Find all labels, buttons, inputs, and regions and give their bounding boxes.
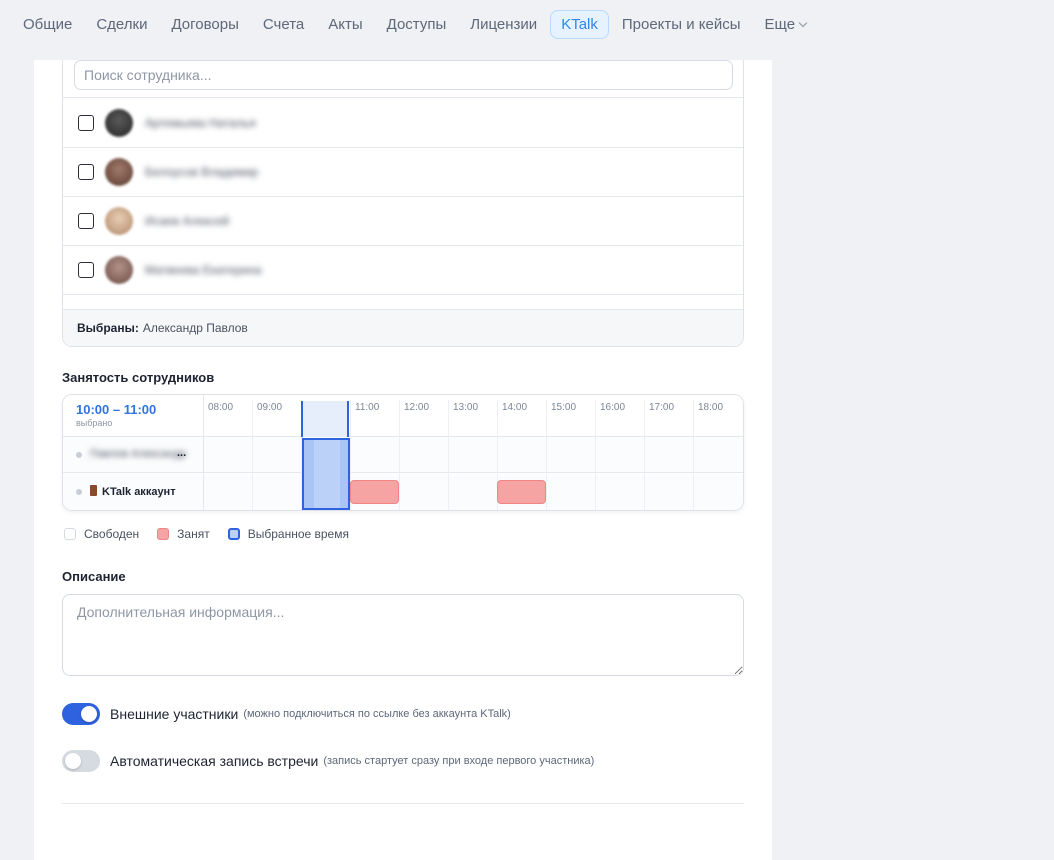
status-dot <box>76 452 82 458</box>
avatar <box>105 256 133 284</box>
selected-time-sub: выбрано <box>76 418 113 428</box>
tab-invoices[interactable]: Счета <box>252 10 315 39</box>
tab-general[interactable]: Общие <box>12 10 83 39</box>
schedule-row-ellipsis: ... <box>177 447 187 459</box>
legend-busy-swatch <box>157 528 170 540</box>
busy-slot <box>497 480 546 504</box>
employee-name: Артемьева Наталья <box>145 116 256 130</box>
external-participants-row: Внешние участники (можно подключиться по… <box>62 703 511 725</box>
schedule-row-employee: Павлов Александр ... <box>63 437 743 473</box>
hour-label: 11:00 <box>355 402 380 413</box>
employee-row[interactable]: Исаев Алексей <box>63 197 743 246</box>
schedule-row-label: KTalk аккаунт <box>102 486 176 498</box>
hour-label: 17:00 <box>649 402 675 413</box>
legend-selected-label: Выбранное время <box>247 527 349 541</box>
employee-row[interactable]: Белоусов Владимир <box>63 148 743 197</box>
auto-record-hint: (запись стартует сразу при входе первого… <box>323 755 595 767</box>
employee-name: Матвеева Екатерина <box>145 263 262 277</box>
tab-deals[interactable]: Сделки <box>85 10 158 39</box>
schedule-header: 10:00 – 11:00 выбрано <box>63 395 743 437</box>
avatar <box>105 207 133 235</box>
ktalk-form-card: Артемьева Наталья Белоусов Владимир Исае… <box>34 60 772 860</box>
hour-label: 18:00 <box>698 402 724 413</box>
schedule-row-name: Павлов Александр <box>90 448 187 460</box>
legend-free-swatch <box>64 528 76 540</box>
toggle-knob <box>65 753 81 769</box>
employee-name: Белоусов Владимир <box>145 165 259 179</box>
hour-gridline <box>644 400 645 510</box>
selected-time: 10:00 – 11:00 <box>76 402 157 417</box>
availability-grid: 10:00 – 11:00 выбрано Павлов Александр .… <box>62 394 744 511</box>
top-tabs: Общие Сделки Договоры Счета Акты Доступы… <box>0 0 1054 48</box>
legend-selected-swatch <box>227 528 240 540</box>
tab-contracts[interactable]: Договоры <box>160 10 249 39</box>
hour-gridline <box>399 400 400 510</box>
section-divider <box>62 803 744 804</box>
employee-name: Исаев Алексей <box>145 214 230 228</box>
schedule-row-account: KTalk аккаунт <box>63 474 743 510</box>
auto-record-toggle[interactable] <box>62 750 100 772</box>
hour-label: 12:00 <box>404 402 430 413</box>
hour-label: 16:00 <box>600 402 626 413</box>
tab-ktalk[interactable]: KTalk <box>550 9 609 39</box>
selected-employees-bar: Выбраны: Александр Павлов <box>63 309 743 346</box>
hour-label: 13:00 <box>453 402 479 413</box>
legend-free-label: Свободен <box>84 527 140 541</box>
chevron-down-icon <box>798 18 808 27</box>
selected-slot-fill <box>314 440 340 508</box>
tab-licenses[interactable]: Лицензии <box>459 10 548 39</box>
hour-gridline <box>252 400 253 510</box>
external-participants-hint: (можно подключиться по ссылке без аккаун… <box>243 708 511 720</box>
hour-gridline <box>448 400 449 510</box>
employee-checkbox[interactable] <box>78 164 94 180</box>
hour-label: 09:00 <box>257 402 283 413</box>
selected-slot-header <box>301 401 349 437</box>
busy-slot <box>350 480 399 504</box>
employee-checkbox[interactable] <box>78 262 94 278</box>
hour-label: 14:00 <box>502 402 528 413</box>
tab-acts[interactable]: Акты <box>317 10 373 39</box>
status-dot <box>76 489 82 495</box>
grid-divider <box>203 395 204 510</box>
selected-slot[interactable] <box>302 438 350 510</box>
external-participants-label: Внешние участники <box>110 706 239 722</box>
employee-search-wrap <box>63 60 743 98</box>
auto-record-row: Автоматическая запись встречи (запись ст… <box>62 750 594 772</box>
employee-picker: Артемьева Наталья Белоусов Владимир Исае… <box>62 60 744 347</box>
hour-label: 15:00 <box>551 402 577 413</box>
avatar <box>105 158 133 186</box>
toggle-knob <box>81 706 97 722</box>
tab-more-label: Еще <box>764 15 796 33</box>
employee-row[interactable]: Артемьева Наталья <box>63 99 743 148</box>
schedule-title: Занятость сотрудников <box>62 370 215 385</box>
auto-record-label: Автоматическая запись встречи <box>110 753 319 769</box>
tab-more[interactable]: Еще <box>754 10 818 39</box>
selected-label: Выбраны: <box>77 321 139 335</box>
external-participants-toggle[interactable] <box>62 703 100 725</box>
legend-busy: Занят <box>157 527 210 541</box>
schedule-legend: Свободен Занят Выбранное время <box>64 527 367 541</box>
hour-gridline <box>595 400 596 510</box>
hour-gridline <box>546 400 547 510</box>
employee-search-input[interactable] <box>74 60 733 90</box>
tab-projects[interactable]: Проекты и кейсы <box>611 10 752 39</box>
legend-busy-label: Занят <box>177 527 210 541</box>
employee-row[interactable]: Матвеева Екатерина <box>63 246 743 295</box>
description-textarea[interactable] <box>62 594 744 676</box>
hour-gridline <box>693 400 694 510</box>
description-title: Описание <box>62 569 126 584</box>
employee-checkbox[interactable] <box>78 115 94 131</box>
tab-access[interactable]: Доступы <box>376 10 458 39</box>
legend-free: Свободен <box>64 527 139 541</box>
employee-checkbox[interactable] <box>78 213 94 229</box>
selected-value: Александр Павлов <box>142 321 248 335</box>
avatar <box>105 109 133 137</box>
schedule-row-name: KTalk аккаунт <box>90 485 176 498</box>
legend-selected: Выбранное время <box>227 527 349 541</box>
hour-label: 08:00 <box>208 402 234 413</box>
account-icon <box>90 485 97 496</box>
